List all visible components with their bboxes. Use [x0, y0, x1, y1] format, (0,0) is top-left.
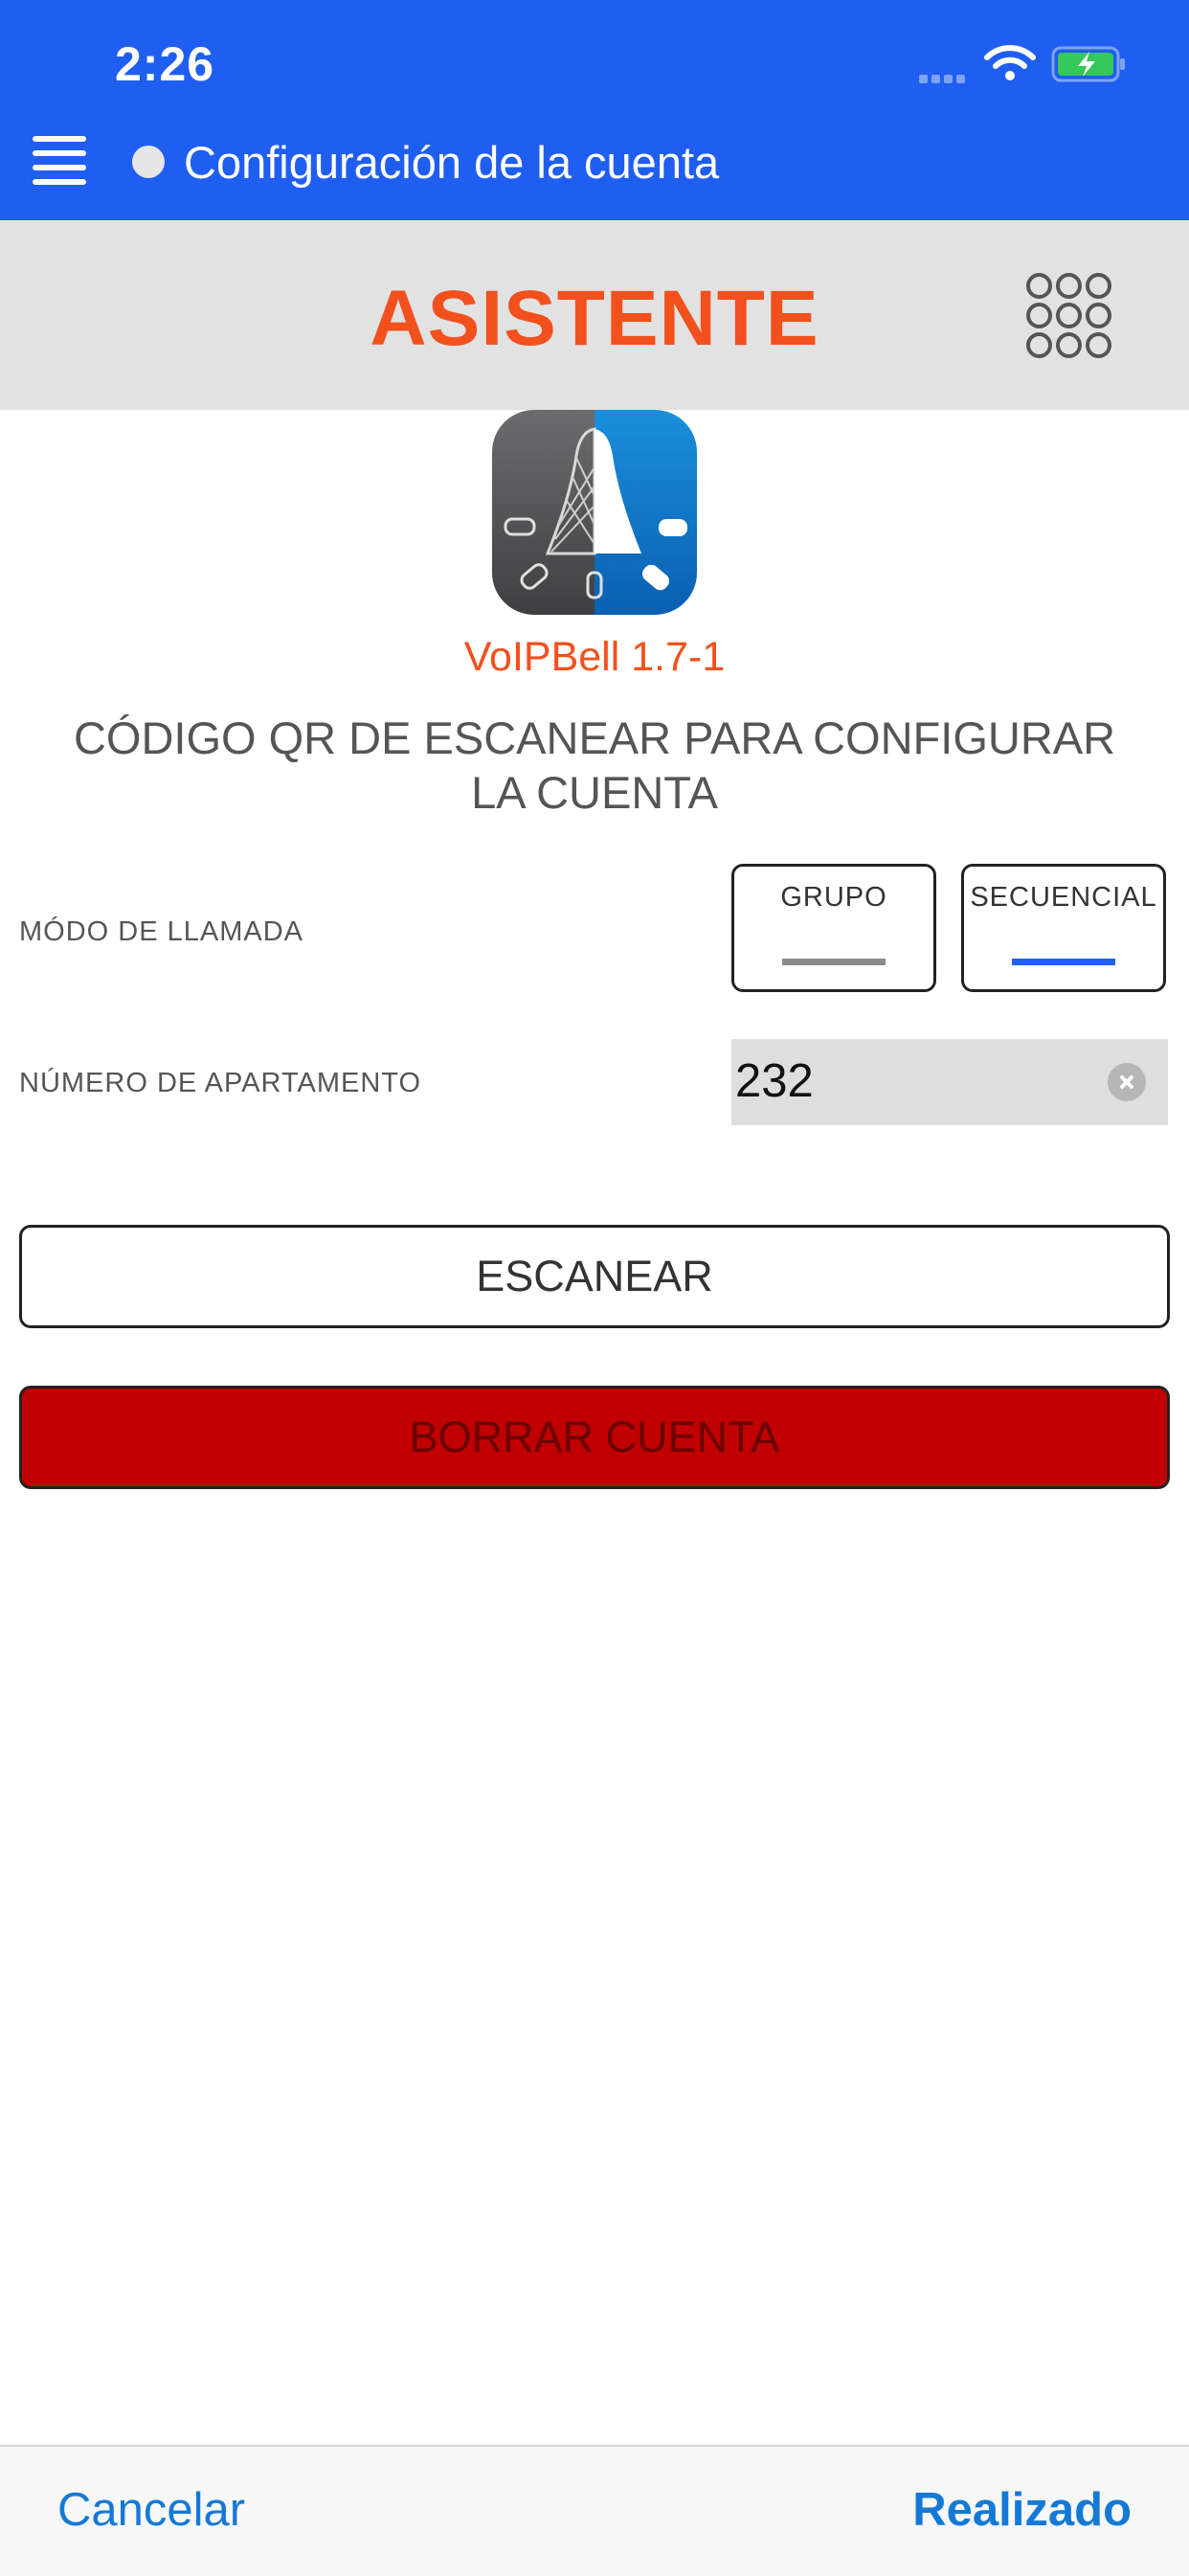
- wifi-icon: [984, 45, 1036, 80]
- cellular-signal-icon: [919, 71, 969, 88]
- page-title: ASISTENTE: [370, 275, 819, 362]
- keypad-grid-icon[interactable]: [1026, 273, 1111, 358]
- app-version: VoIPBell 1.7-1: [463, 634, 726, 680]
- call-mode-secuencial-button[interactable]: SECUENCIAL: [961, 864, 1166, 992]
- unselected-indicator: [782, 959, 886, 965]
- bottom-toolbar: Cancelar Realizado: [0, 2445, 1189, 2576]
- scan-instruction: CÓDIGO QR DE ESCANEAR PARA CONFIGURAR LA…: [73, 712, 1116, 818]
- call-mode-grupo-button[interactable]: GRUPO: [731, 864, 936, 992]
- apartment-number-label: NÚMERO DE APARTAMENTO: [19, 1068, 422, 1098]
- apartment-number-input[interactable]: 232: [731, 1039, 1168, 1125]
- call-mode-option-label: GRUPO: [780, 882, 887, 913]
- cancel-button[interactable]: Cancelar: [57, 2483, 245, 2537]
- done-button[interactable]: Realizado: [912, 2483, 1132, 2537]
- nav-title: Configuración de la cuenta: [184, 137, 720, 188]
- registration-status-dot: [132, 146, 165, 178]
- call-mode-option-label: SECUENCIAL: [970, 882, 1157, 913]
- selected-indicator: [1012, 959, 1115, 965]
- battery-charging-icon: [1051, 46, 1125, 82]
- top-bar: 2:26 Configuración de la cuenta: [0, 0, 1189, 220]
- apartment-number-value: 232: [735, 1055, 814, 1107]
- clear-input-icon[interactable]: [1108, 1063, 1146, 1101]
- scan-button[interactable]: ESCANEAR: [19, 1225, 1170, 1328]
- delete-account-button[interactable]: BORRAR CUENTA: [19, 1386, 1170, 1489]
- status-time: 2:26: [115, 37, 215, 91]
- hamburger-menu-icon[interactable]: [29, 134, 90, 188]
- call-mode-label: MÓDO DE LLAMADA: [19, 916, 303, 947]
- app-logo: [492, 410, 697, 615]
- header-band: ASISTENTE: [0, 220, 1189, 410]
